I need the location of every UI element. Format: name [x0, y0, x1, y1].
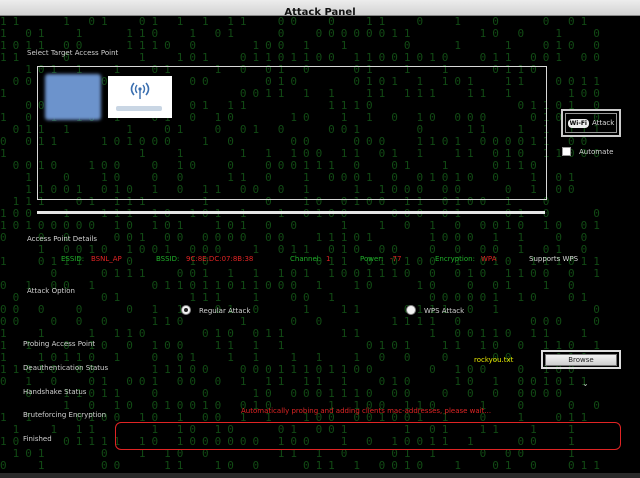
- regular-attack-label: Regular Attack: [199, 307, 251, 315]
- title-bar: Attack Panel: [0, 0, 640, 18]
- automate-checkbox[interactable]: [562, 147, 571, 156]
- bottom-bar: [0, 473, 640, 478]
- wps-support-label: Supports WPS: [529, 255, 579, 263]
- essid-value: BSNL_AP: [91, 255, 122, 263]
- probing-label: Probing Access Point: [23, 340, 96, 348]
- wps-attack-radio[interactable]: [406, 305, 416, 315]
- attack-option-label: Attack Option: [27, 287, 75, 295]
- attack-button[interactable]: Wi-Fi Attack: [561, 109, 621, 137]
- channel-value: 1: [326, 255, 331, 263]
- automate-label: Automate: [579, 148, 614, 156]
- wifi-signal-icon: [130, 82, 150, 99]
- essid-label: ESSID:: [61, 255, 85, 263]
- bssid-value: 9C:8E:DC:07:8B:38: [186, 255, 254, 263]
- browse-button[interactable]: Browse: [541, 350, 621, 369]
- select-target-label: Select Target Access Point: [27, 49, 119, 57]
- radio-selected-dot: [184, 308, 188, 312]
- ap-details-label: Access Point Details: [27, 235, 98, 243]
- browse-button-face: Browse: [545, 353, 617, 366]
- encryption-value: WPA: [481, 255, 497, 263]
- wifi-logo-icon: Wi-Fi: [567, 118, 589, 128]
- attack-button-label: Attack: [591, 119, 615, 127]
- encryption-label: Encryption:: [435, 255, 475, 263]
- wps-attack-label: WPS Attack: [424, 307, 465, 315]
- status-message: Automatically probing and adding clients…: [241, 407, 492, 415]
- bssid-label: BSSID:: [156, 255, 180, 263]
- power-label: Power:: [360, 255, 384, 263]
- access-point-item[interactable]: [108, 76, 172, 118]
- regular-attack-radio[interactable]: [181, 305, 191, 315]
- power-value: -77: [390, 255, 402, 263]
- handshake-label: Handshake Status: [23, 388, 87, 396]
- wordlist-file: rockyou.txt: [474, 356, 514, 364]
- deauth-label: Deauthentication Status: [23, 364, 109, 372]
- attack-button-inner: Wi-Fi Attack: [565, 113, 617, 133]
- divider: [37, 211, 545, 214]
- access-point-item-blurred[interactable]: [45, 74, 101, 120]
- status-output-box: [115, 422, 621, 450]
- channel-label: Channel:: [290, 255, 322, 263]
- chevron-down-icon[interactable]: ⌄: [582, 379, 589, 388]
- finished-label: Finished: [23, 435, 52, 443]
- access-point-caption-blurred: [116, 106, 162, 111]
- bruteforce-label: Bruteforcing Encryption: [23, 411, 107, 419]
